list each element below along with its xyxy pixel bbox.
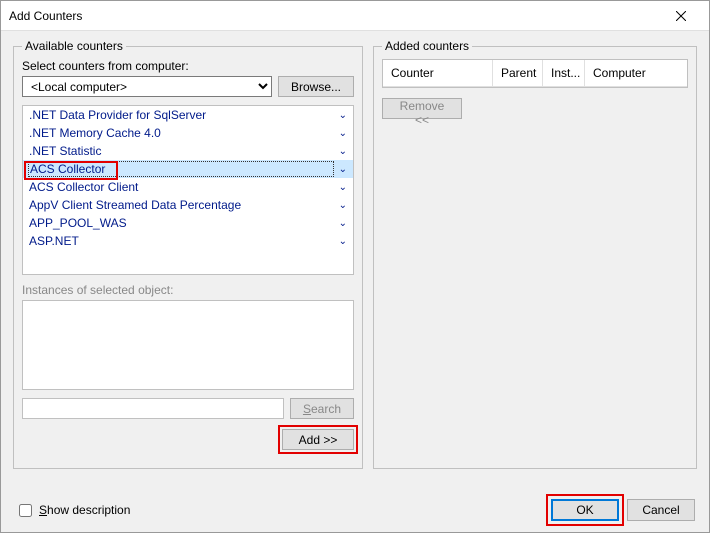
chevron-down-icon: ⌄ <box>339 182 347 193</box>
counter-item[interactable]: APP_POOL_WAS⌄ <box>23 214 353 232</box>
col-instance[interactable]: Inst... <box>543 60 585 86</box>
chevron-down-icon: ⌄ <box>339 128 347 139</box>
col-parent[interactable]: Parent <box>493 60 543 86</box>
col-counter[interactable]: Counter <box>383 60 493 86</box>
added-counters-legend: Added counters <box>382 39 472 53</box>
counter-list[interactable]: .NET Data Provider for SqlServer⌄ .NET M… <box>22 105 354 275</box>
available-counters-group: Available counters Select counters from … <box>13 39 363 469</box>
titlebar: Add Counters <box>1 1 709 31</box>
content-area: Available counters Select counters from … <box>1 31 709 488</box>
counter-item[interactable]: .NET Data Provider for SqlServer⌄ <box>23 106 353 124</box>
col-computer[interactable]: Computer <box>585 60 687 86</box>
remove-button: Remove << <box>382 98 462 119</box>
browse-button[interactable]: Browse... <box>278 76 354 97</box>
available-counters-legend: Available counters <box>22 39 126 53</box>
add-button[interactable]: Add >> <box>282 429 354 450</box>
chevron-down-icon: ⌄ <box>339 200 347 211</box>
select-computer-label: Select counters from computer: <box>22 59 354 73</box>
bottom-bar: Show description OK Cancel <box>1 488 709 532</box>
counter-item[interactable]: ACS Collector Client⌄ <box>23 178 353 196</box>
close-button[interactable] <box>661 2 701 30</box>
ok-button[interactable]: OK <box>551 499 619 521</box>
counter-item-selected[interactable]: ACS Collector⌄ <box>23 160 353 178</box>
table-header: Counter Parent Inst... Computer <box>383 60 687 87</box>
add-counters-dialog: Add Counters Available counters Select c… <box>0 0 710 533</box>
search-button-label: Search <box>303 402 341 416</box>
search-combo[interactable] <box>22 398 284 419</box>
counter-item[interactable]: .NET Statistic⌄ <box>23 142 353 160</box>
right-column: Added counters Counter Parent Inst... Co… <box>373 39 697 488</box>
show-description-input[interactable] <box>19 504 32 517</box>
left-column: Available counters Select counters from … <box>13 39 363 488</box>
chevron-down-icon: ⌄ <box>339 110 347 121</box>
window-title: Add Counters <box>9 9 661 23</box>
instances-label: Instances of selected object: <box>22 283 354 297</box>
chevron-down-icon: ⌄ <box>339 164 347 175</box>
chevron-down-icon: ⌄ <box>339 218 347 229</box>
counter-item[interactable]: .NET Memory Cache 4.0⌄ <box>23 124 353 142</box>
counter-item[interactable]: AppV Client Streamed Data Percentage⌄ <box>23 196 353 214</box>
show-description-label: Show description <box>39 503 130 517</box>
close-icon <box>676 11 686 21</box>
cancel-button[interactable]: Cancel <box>627 499 695 521</box>
added-counters-group: Added counters Counter Parent Inst... Co… <box>373 39 697 469</box>
search-button: Search <box>290 398 354 419</box>
counter-item[interactable]: ASP.NET⌄ <box>23 232 353 250</box>
show-description-checkbox[interactable]: Show description <box>15 501 130 520</box>
chevron-down-icon: ⌄ <box>339 236 347 247</box>
chevron-down-icon: ⌄ <box>339 146 347 157</box>
computer-select[interactable]: <Local computer> <box>22 76 272 97</box>
instances-list[interactable] <box>22 300 354 390</box>
added-counters-table[interactable]: Counter Parent Inst... Computer <box>382 59 688 88</box>
